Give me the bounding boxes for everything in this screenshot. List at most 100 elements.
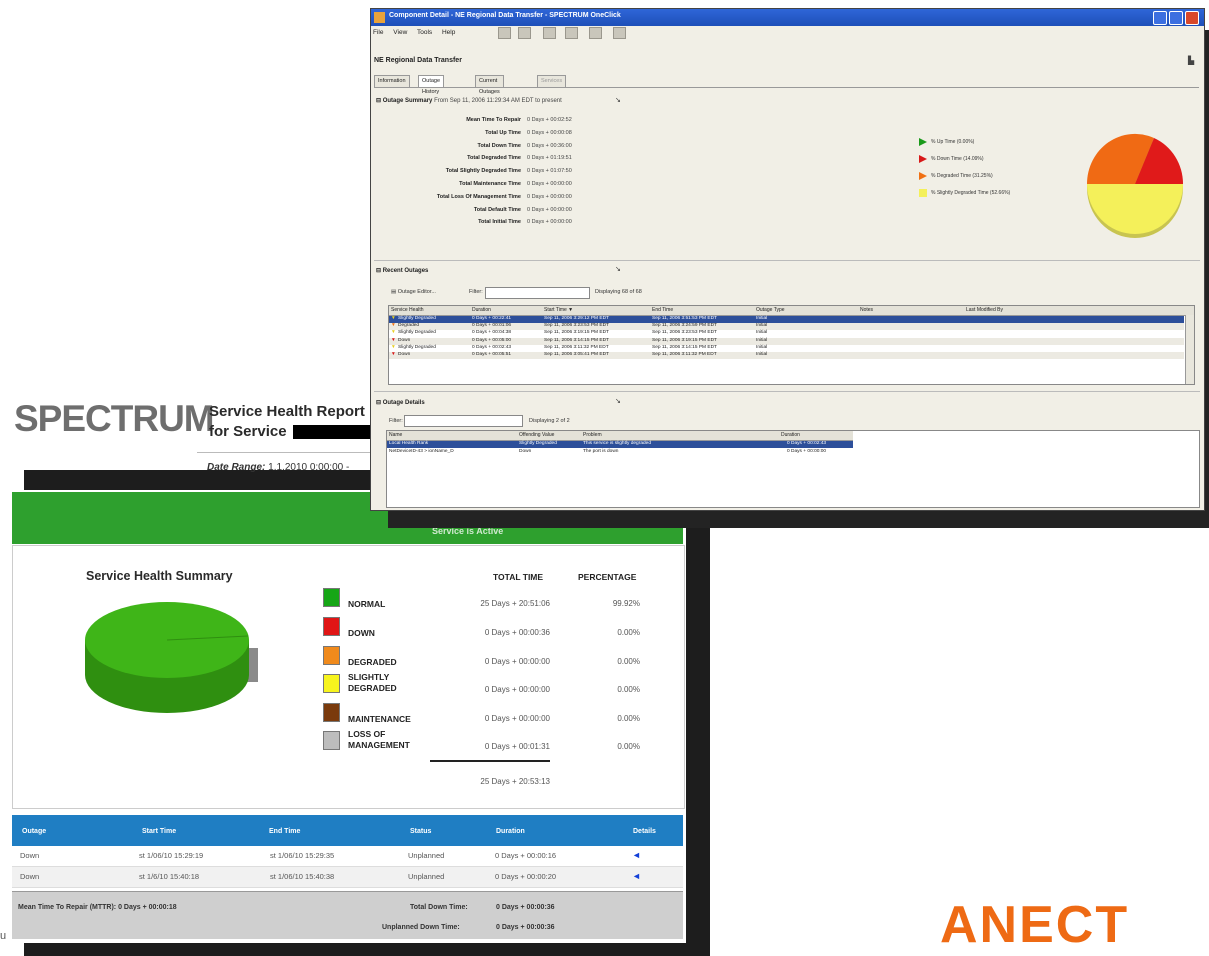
legend-swatch — [919, 155, 927, 163]
summary-value: 0 Days + 00:02:52 — [527, 117, 572, 123]
table-cell: Initial — [756, 344, 768, 350]
legend-label: LOSS OF MANAGEMENT — [348, 729, 410, 750]
legend-time: 0 Days + 00:00:00 — [484, 685, 550, 694]
col-total-time: TOTAL TIME — [493, 572, 544, 582]
outage-details-header-row: Name Offending Value Problem Duration — [387, 431, 853, 441]
legend-label: DOWN — [348, 628, 375, 638]
collapse-icon[interactable]: ⊟ — [376, 268, 381, 274]
table-cell: Sep 11, 2006 3:05:41 PM EDT — [544, 352, 609, 357]
minimize-button[interactable] — [1153, 11, 1167, 25]
menu-bar: File View Tools Help — [373, 29, 463, 36]
table-row[interactable]: ▼ Slightly Degraded 0 Days + 00:04:38 Sep 1… — [389, 330, 1184, 337]
filter-label: Filter: — [469, 289, 483, 295]
export-icon[interactable]: ↘ — [615, 96, 621, 104]
export-icon[interactable]: ↘ — [615, 397, 621, 405]
col-end-time: End Time — [269, 828, 301, 835]
locate-icon[interactable] — [543, 27, 556, 39]
service-health-pie-chart — [85, 602, 258, 713]
legend-time: 0 Days + 00:00:00 — [484, 657, 550, 666]
legend-swatch — [323, 703, 340, 722]
table-row[interactable]: ▼ Slightly Degraded 0 Days + 00:02:43 Sep 1… — [389, 345, 1184, 352]
collapse-icon[interactable]: ⊟ — [376, 98, 381, 104]
outage-details-header: ⊟ Outage Details — [376, 400, 425, 406]
close-button[interactable] — [1185, 11, 1199, 25]
legend-swatch — [323, 588, 340, 607]
col-details: Details — [633, 828, 656, 835]
table-cell: 0 Days + 00:22:41 — [472, 316, 512, 321]
table-row: Down st 1/6/10 15:40:18 st 1/06/10 15:40… — [12, 867, 683, 888]
outage-details-count: Displaying 2 of 2 — [529, 418, 570, 424]
collapse-icon[interactable]: ⊟ — [376, 400, 381, 406]
col-start-time: Start Time — [142, 828, 177, 835]
summary-label: Total Loss Of Management Time — [436, 193, 521, 200]
menu-file[interactable]: File — [373, 29, 383, 36]
grand-total: 25 Days + 20:53:13 — [480, 777, 550, 786]
legend-percentage: 0.00% — [617, 685, 640, 694]
pin-icon[interactable]: ▙ — [1188, 56, 1194, 65]
sort-start-time[interactable]: Start Time ▼ — [544, 307, 573, 313]
vertical-scrollbar[interactable] — [1185, 315, 1194, 384]
info-icon[interactable] — [613, 27, 626, 39]
col-status: Status — [410, 828, 432, 835]
table-cell: Sep 11, 2006 3:19:15 PM EDT — [652, 337, 717, 343]
table-cell: 0 Days + 00:02:43 — [472, 344, 512, 350]
legend-label: DEGRADED — [348, 657, 397, 667]
legend-label: MAINTENANCE — [348, 714, 411, 724]
details-arrow-icon[interactable]: ◄ — [632, 871, 641, 881]
section-separator — [374, 260, 1200, 261]
alarm-icon[interactable] — [589, 27, 602, 39]
menu-help[interactable]: Help — [442, 29, 455, 36]
table-cell: 0 Days + 00:05:00 — [472, 337, 512, 343]
export-icon[interactable]: ↘ — [615, 265, 621, 273]
report-title: Service Health Report for Service — [209, 402, 373, 442]
legend-text: % Slightly Degraded Time (52.66%) — [931, 190, 1011, 196]
table-cell: Slightly Degraded — [398, 330, 436, 336]
table-cell: Initial — [756, 323, 768, 329]
legend-percentage: 0.00% — [617, 714, 640, 723]
outage-table: Outage Start Time End Time Status Durati… — [12, 815, 683, 888]
table-row[interactable]: ▼ Slightly Degraded 0 Days + 00:22:41 Sep 1… — [389, 316, 1184, 323]
menu-view[interactable]: View — [393, 29, 407, 36]
component-detail-window: Component Detail - NE Regional Data Tran… — [370, 8, 1205, 511]
table-cell: Sep 11, 2006 3:24:59 PM EDT — [652, 323, 717, 329]
table-cell: Sep 11, 2006 3:14:15 PM EDT — [544, 337, 609, 343]
table-row[interactable]: Local Health Rank Slightly Degraded This… — [387, 441, 853, 448]
find-icon[interactable] — [518, 27, 531, 39]
recent-outages-filter-input[interactable] — [485, 287, 590, 299]
recent-outages-count: Displaying 68 of 68 — [595, 289, 642, 295]
outage-table-header: Outage Start Time End Time Status Durati… — [12, 815, 683, 846]
table-row[interactable]: ▼ Down 0 Days + 00:05:00 Sep 11, 2006 3:14:… — [389, 337, 1184, 345]
table-cell: Initial — [756, 352, 768, 357]
outage-details-table: Name Offending Value Problem Duration Lo… — [386, 430, 1200, 508]
table-row[interactable]: ▼ Down 0 Days + 00:05:51 Sep 11, 2006 3:05:… — [389, 352, 1184, 359]
summary-label: Mean Time To Repair — [466, 117, 521, 123]
outage-details-filter-input[interactable] — [404, 415, 523, 427]
legend-label: SLIGHTLY DEGRADED — [348, 672, 397, 693]
legend-swatch — [323, 646, 340, 665]
unplanned-down-label: Unplanned Down Time: — [382, 924, 460, 931]
table-cell: Initial — [756, 337, 768, 343]
ne-title: NE Regional Data Transfer — [374, 57, 462, 64]
total-down-label: Total Down Time: — [410, 904, 468, 911]
col-percentage: PERCENTAGE — [578, 572, 637, 582]
table-row[interactable]: NetDeviceID-43 > ionName_D Down The port… — [387, 449, 853, 456]
total-rule — [430, 760, 550, 762]
table-cell: Slightly Degraded — [398, 316, 436, 321]
topology-icon[interactable] — [565, 27, 578, 39]
date-range: Date Range: 1.1.2010 0:00:00 - — [207, 462, 350, 473]
table-cell: Sep 11, 2006 3:11:32 PM EDT — [544, 344, 609, 350]
table-cell: Slightly Degraded — [398, 344, 436, 350]
legend-time: 25 Days + 20:51:06 — [480, 599, 550, 608]
table-cell: Sep 11, 2006 3:51:53 PM EDT — [652, 316, 717, 321]
table-cell: Sep 11, 2006 3:29:12 PM EDT — [544, 316, 609, 321]
window-titlebar[interactable]: Component Detail - NE Regional Data Tran… — [371, 9, 1204, 26]
legend-label: NORMAL — [348, 599, 386, 609]
maximize-button[interactable] — [1169, 11, 1183, 25]
summary-value: 0 Days + 00:00:00 — [527, 219, 572, 226]
window-title: Component Detail - NE Regional Data Tran… — [389, 12, 621, 19]
menu-tools[interactable]: Tools — [417, 29, 432, 36]
legend-swatch — [919, 138, 927, 146]
print-icon[interactable] — [498, 27, 511, 39]
details-arrow-icon[interactable]: ◄ — [632, 850, 641, 860]
outage-editor-button[interactable]: ▤ Outage Editor... — [391, 289, 436, 295]
